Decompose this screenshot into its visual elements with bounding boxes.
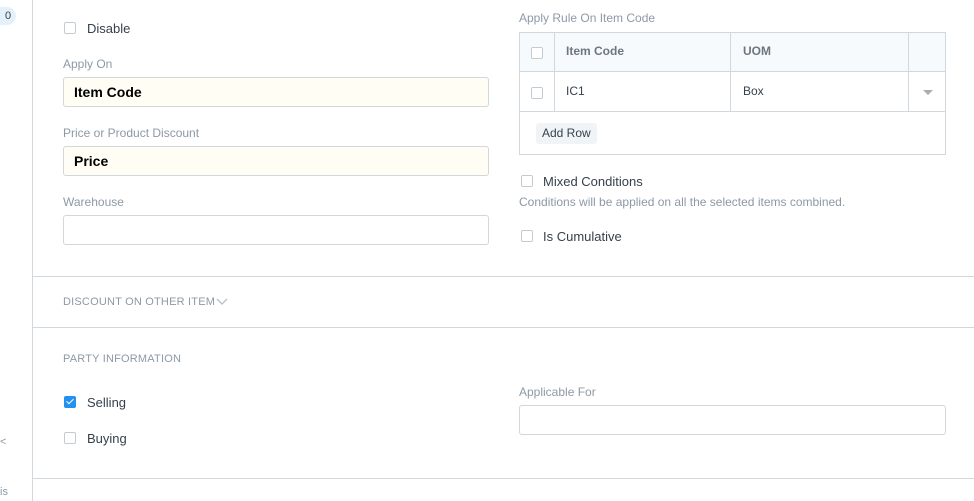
row-dropdown-icon[interactable] xyxy=(923,90,933,95)
discount-on-other-item-section-toggle[interactable]: DISCOUNT ON OTHER ITEM xyxy=(63,296,215,308)
column-divider xyxy=(554,33,555,111)
is-cumulative-checkbox[interactable] xyxy=(521,230,533,242)
disable-checkbox[interactable] xyxy=(64,22,76,34)
party-information-section-title: PARTY INFORMATION xyxy=(63,353,182,365)
item-code-table: Item Code UOM IC1 Box Add Row xyxy=(519,32,946,155)
disable-label: Disable xyxy=(87,21,131,36)
price-or-product-discount-label: Price or Product Discount xyxy=(63,126,200,140)
table-row[interactable]: IC1 Box xyxy=(520,72,945,112)
apply-on-label: Apply On xyxy=(63,57,113,71)
applicable-for-label: Applicable For xyxy=(519,385,596,399)
column-header-item-code: Item Code xyxy=(566,44,625,58)
applicable-for-select[interactable] xyxy=(519,405,946,435)
row-select-checkbox[interactable] xyxy=(531,87,543,99)
selling-checkbox[interactable] xyxy=(64,396,76,408)
mixed-conditions-checkbox[interactable] xyxy=(521,175,533,187)
warehouse-input[interactable] xyxy=(63,215,489,245)
sidebar-cut-text: is xyxy=(0,486,8,498)
column-divider xyxy=(908,33,909,111)
buying-label: Buying xyxy=(87,431,127,446)
buying-checkbox[interactable] xyxy=(64,432,76,444)
select-all-checkbox[interactable] xyxy=(531,47,543,59)
sidebar-divider xyxy=(32,0,33,501)
column-header-uom: UOM xyxy=(743,44,771,58)
warehouse-label: Warehouse xyxy=(63,195,124,209)
selling-label: Selling xyxy=(87,395,127,410)
section-divider xyxy=(33,276,974,277)
count-badge: 0 xyxy=(0,7,16,25)
row-uom[interactable]: Box xyxy=(743,84,764,98)
add-row-button[interactable]: Add Row xyxy=(536,123,597,144)
mixed-conditions-help: Conditions will be applied on all the se… xyxy=(519,195,846,209)
column-divider xyxy=(730,33,731,111)
price-or-product-discount-select[interactable]: Price xyxy=(63,146,489,176)
row-item-code[interactable]: IC1 xyxy=(566,84,585,98)
section-divider xyxy=(33,478,974,479)
section-divider xyxy=(33,327,974,328)
chevron-down-icon[interactable] xyxy=(216,298,228,306)
is-cumulative-label: Is Cumulative xyxy=(543,229,622,244)
table-header: Item Code UOM xyxy=(520,33,945,72)
mixed-conditions-label: Mixed Conditions xyxy=(543,174,643,189)
apply-rule-on-item-code-label: Apply Rule On Item Code xyxy=(519,11,656,25)
sidebar-cut-text: < xyxy=(0,436,7,448)
apply-on-select[interactable]: Item Code xyxy=(63,77,489,107)
